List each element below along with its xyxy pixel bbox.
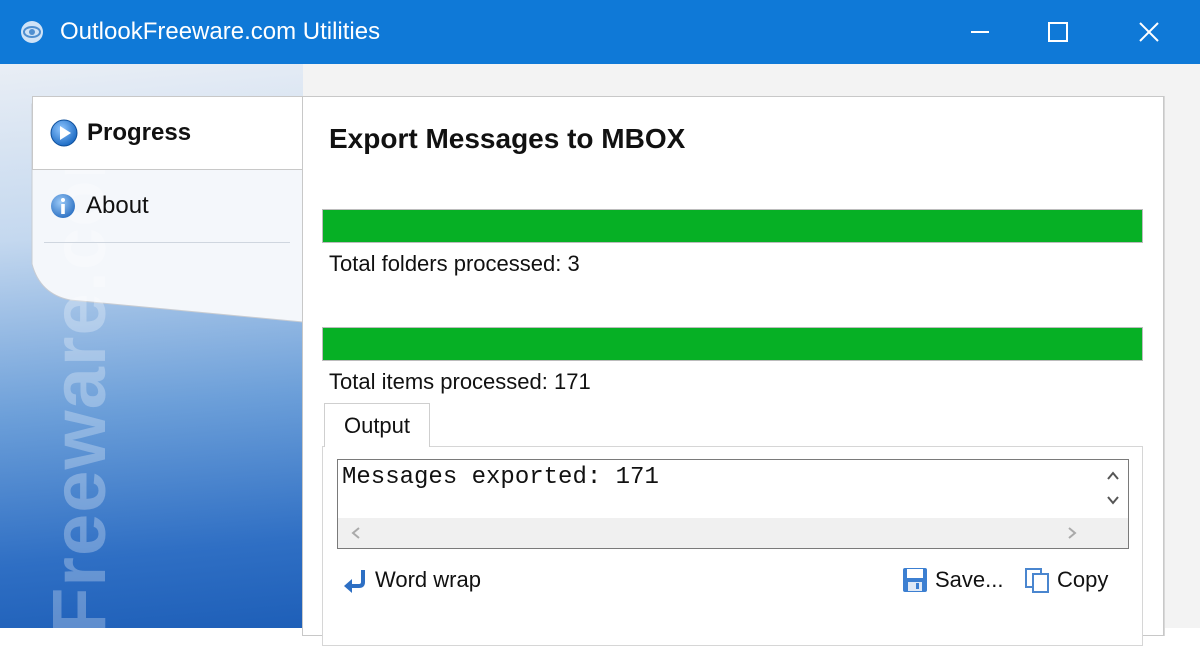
- horizontal-scrollbar[interactable]: [338, 518, 1098, 548]
- sidebar-item-progress[interactable]: Progress: [32, 96, 302, 170]
- save-icon: [903, 568, 927, 592]
- save-button[interactable]: Save...: [901, 563, 1003, 597]
- window-title: OutlookFreeware.com Utilities: [60, 18, 381, 45]
- info-icon: [51, 194, 75, 218]
- scrollbar-corner: [1098, 518, 1128, 548]
- maximize-icon: [1048, 22, 1068, 42]
- maximize-button[interactable]: [1014, 0, 1102, 64]
- window-frame-edge: [1164, 96, 1169, 636]
- copy-icon: [1025, 568, 1049, 593]
- page-title: Export Messages to MBOX: [329, 123, 686, 154]
- progress-fill: [323, 328, 1142, 360]
- word-wrap-label: Word wrap: [375, 567, 481, 592]
- progress-fill: [323, 210, 1142, 242]
- tab-output[interactable]: Output: [324, 403, 430, 447]
- items-processed-label: Total items processed: 171: [329, 369, 591, 394]
- copy-button[interactable]: Copy: [1023, 563, 1108, 597]
- sidebar-item-about[interactable]: About: [32, 170, 302, 242]
- progress-bar-folders: [322, 209, 1143, 243]
- play-circle-icon: [50, 119, 78, 147]
- output-text: Messages exported: 171: [342, 464, 659, 491]
- output-panel: Messages exported: 171 Word wrap Save...…: [322, 446, 1143, 646]
- chevron-right-icon[interactable]: [1064, 525, 1080, 541]
- minimize-button[interactable]: [936, 0, 1024, 64]
- copy-label: Copy: [1057, 567, 1109, 592]
- close-icon: [1139, 22, 1159, 42]
- chevron-up-icon[interactable]: [1105, 468, 1121, 484]
- minimize-icon: [971, 31, 989, 33]
- word-wrap-icon: [344, 570, 365, 593]
- chevron-left-icon[interactable]: [348, 525, 364, 541]
- sidebar-divider: [44, 242, 290, 243]
- output-textbox[interactable]: Messages exported: 171: [337, 459, 1129, 549]
- window-body: Freeware.com Progress About Export Messa…: [0, 64, 1200, 646]
- sidebar-item-label: About: [86, 192, 149, 219]
- main-panel: Export Messages to MBOX Total folders pr…: [302, 96, 1164, 646]
- word-wrap-button[interactable]: Word wrap: [341, 563, 481, 597]
- app-icon: [20, 20, 44, 44]
- vertical-scrollbar[interactable]: [1098, 460, 1128, 518]
- title-bar: OutlookFreeware.com Utilities: [0, 0, 1200, 64]
- sidebar-item-label: Progress: [87, 119, 192, 146]
- close-button[interactable]: [1105, 0, 1193, 64]
- folders-processed-label: Total folders processed: 3: [329, 251, 580, 276]
- save-label: Save...: [935, 567, 1004, 592]
- progress-bar-items: [322, 327, 1143, 361]
- chevron-down-icon[interactable]: [1105, 492, 1121, 508]
